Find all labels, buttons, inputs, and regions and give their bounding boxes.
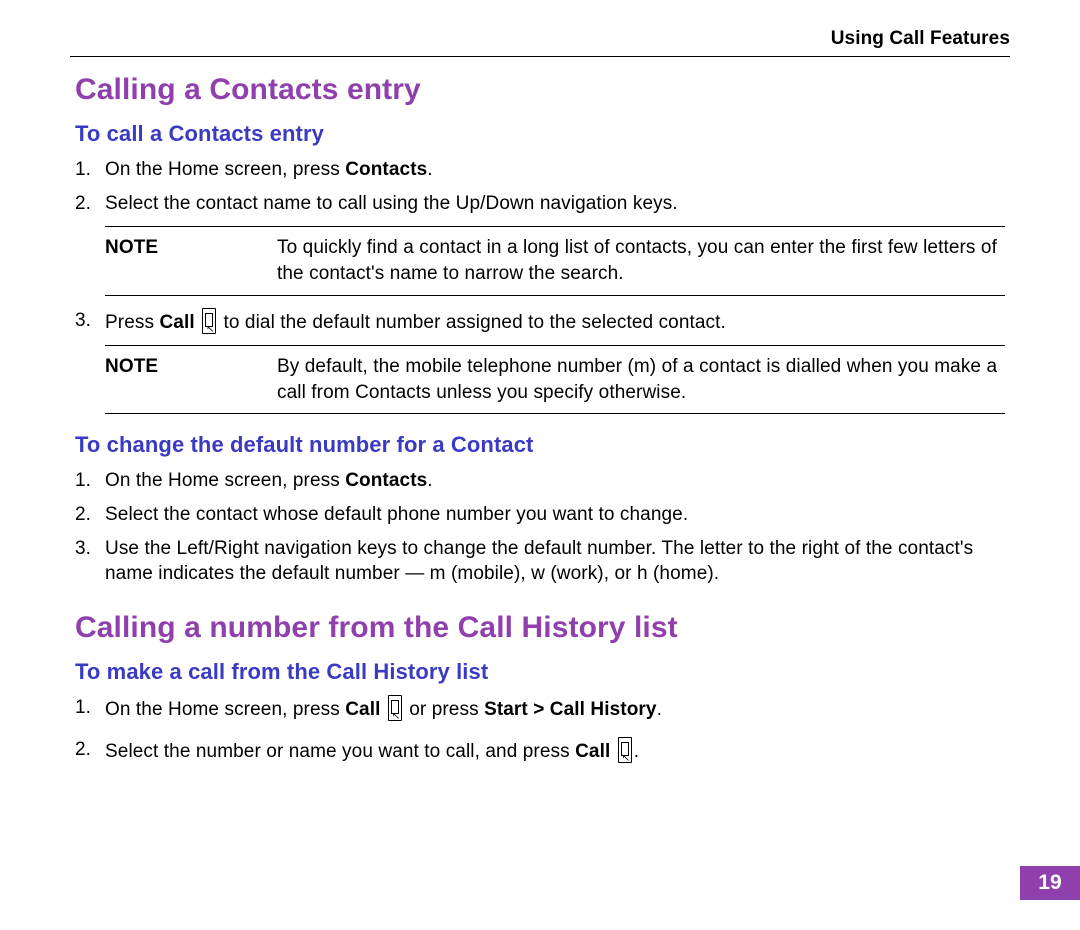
- step-text: to dial the default number assigned to t…: [223, 312, 725, 333]
- call-key-icon: [202, 308, 216, 334]
- steps-call-contacts-cont: Press Call to dial the default number as…: [105, 308, 1005, 336]
- note-block: NOTE To quickly find a contact in a long…: [105, 226, 1005, 295]
- step-text: Select the contact name to call using th…: [105, 193, 678, 214]
- call-key-icon: [388, 695, 402, 721]
- list-item: Select the contact whose default phone n…: [105, 502, 1005, 528]
- list-item: On the Home screen, press Call or press …: [105, 695, 1005, 723]
- note-body: By default, the mobile telephone number …: [277, 354, 1005, 405]
- step-text: .: [427, 159, 432, 180]
- list-item: Press Call to dial the default number as…: [105, 308, 1005, 336]
- step-text: .: [427, 470, 432, 491]
- call-key-icon: [618, 737, 632, 763]
- steps-call-contacts: On the Home screen, press Contacts. Sele…: [105, 157, 1005, 216]
- list-item: On the Home screen, press Contacts.: [105, 468, 1005, 494]
- step-text: .: [634, 741, 639, 762]
- note-label: NOTE: [105, 354, 277, 405]
- ui-label-start-callhistory: Start > Call History: [484, 699, 657, 720]
- step-text: On the Home screen, press: [105, 159, 345, 180]
- subheading-make-call-history: To make a call from the Call History lis…: [75, 659, 1005, 685]
- ui-label-call: Call: [345, 699, 380, 720]
- note-block: NOTE By default, the mobile telephone nu…: [105, 345, 1005, 414]
- ui-label-contacts: Contacts: [345, 159, 427, 180]
- ui-label-call: Call: [159, 312, 194, 333]
- list-item: Select the number or name you want to ca…: [105, 737, 1005, 765]
- step-text: .: [657, 699, 662, 720]
- subheading-change-default: To change the default number for a Conta…: [75, 432, 1005, 458]
- steps-change-default: On the Home screen, press Contacts. Sele…: [105, 468, 1005, 587]
- subheading-call-contacts: To call a Contacts entry: [75, 121, 1005, 147]
- step-text: On the Home screen, press: [105, 470, 345, 491]
- note-body: To quickly find a contact in a long list…: [277, 235, 1005, 286]
- running-head: Using Call Features: [70, 28, 1010, 57]
- steps-call-history: On the Home screen, press Call or press …: [105, 695, 1005, 764]
- heading-calling-contacts: Calling a Contacts entry: [75, 73, 1005, 107]
- step-text: Select the number or name you want to ca…: [105, 741, 575, 762]
- list-item: Use the Left/Right navigation keys to ch…: [105, 536, 1005, 587]
- step-text: Select the contact whose default phone n…: [105, 504, 688, 525]
- list-item: On the Home screen, press Contacts.: [105, 157, 1005, 183]
- step-text: Press: [105, 312, 159, 333]
- note-label: NOTE: [105, 235, 277, 286]
- page-number-badge: 19: [1020, 866, 1080, 900]
- step-text: or press: [409, 699, 484, 720]
- list-item: Select the contact name to call using th…: [105, 191, 1005, 217]
- ui-label-call: Call: [575, 741, 610, 762]
- step-text: Use the Left/Right navigation keys to ch…: [105, 538, 973, 585]
- heading-call-history: Calling a number from the Call History l…: [75, 611, 1005, 645]
- ui-label-contacts: Contacts: [345, 470, 427, 491]
- step-text: On the Home screen, press: [105, 699, 345, 720]
